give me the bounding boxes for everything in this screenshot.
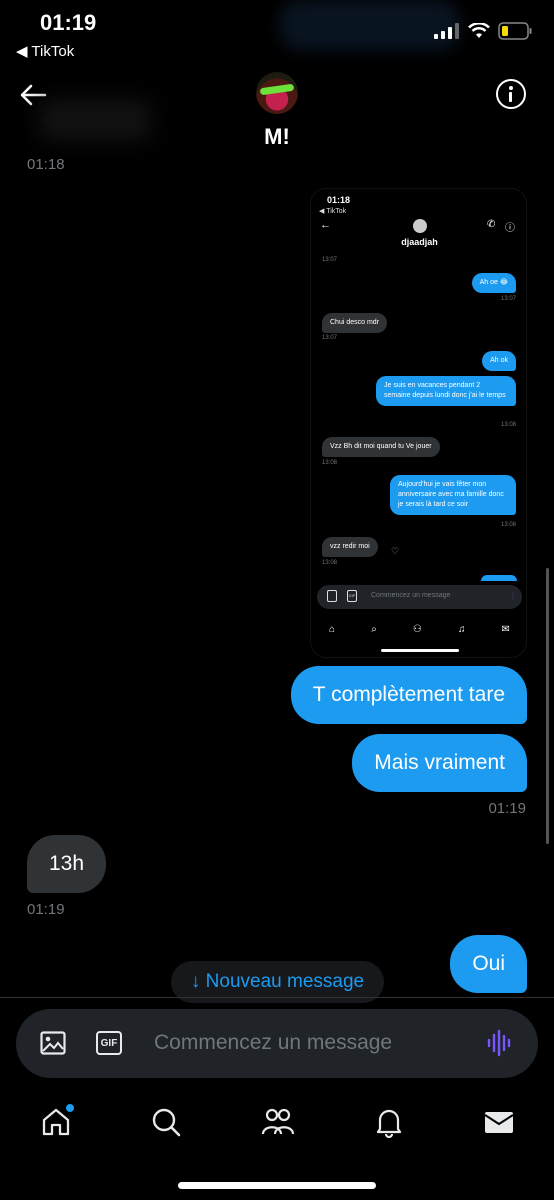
screenshot-message: Chui desco mdr [322, 313, 388, 333]
screenshot-timestamp: 13:07 [322, 257, 338, 263]
message-bubble[interactable]: T complètement tare [290, 666, 527, 724]
divider [0, 997, 554, 998]
screenshot-back-arrow-icon: ← [320, 219, 331, 231]
screenshot-partial-bubble [481, 575, 517, 581]
screenshot-time: 01:18 [327, 195, 351, 205]
screenshot-message: vzz redir moi [322, 537, 378, 557]
screenshot-message: Ah oe 😂 [471, 273, 516, 293]
message-bubble[interactable]: 13h [27, 835, 107, 893]
shared-screenshot-image[interactable]: 01:18 ◀ TikTok ← djaadjah ✆ ⓘ 13:07 Ah o… [310, 188, 527, 658]
notification-dot [66, 1104, 74, 1112]
communities-icon [261, 1108, 295, 1135]
screenshot-avatar [413, 219, 427, 233]
wifi-icon [468, 23, 490, 38]
screenshot-bottom-nav: ⌂ ⌕ ⚇ ♫ ✉ [311, 617, 526, 641]
nav-search[interactable] [150, 1106, 182, 1138]
gif-icon[interactable]: GIF [96, 1031, 122, 1055]
screenshot-message: Vzz Bh dit moi quand tu Ve jouer [322, 437, 440, 457]
message-composer: GIF Commencez un message [16, 1009, 538, 1078]
battery-icon [498, 22, 532, 40]
screenshot-info-icon: ⓘ [505, 223, 515, 234]
screenshot-timestamp: 13:08 [322, 460, 338, 466]
screenshot-home-indicator [381, 649, 459, 652]
screenshot-react-icon: ♡ [391, 546, 400, 556]
nav-messages[interactable] [483, 1106, 515, 1138]
back-to-app-link[interactable]: ◀ TikTok [16, 42, 74, 60]
screenshot-voice-icon: ⫶ [511, 591, 514, 601]
status-bar: 01:19 ◀ TikTok [0, 0, 554, 64]
avatar[interactable] [256, 72, 298, 114]
timestamp: 01:18 [27, 156, 65, 173]
screenshot-search-icon: ⌕ [371, 623, 377, 635]
screenshot-timestamp: 13:07 [322, 335, 338, 341]
screenshot-home-icon: ⌂ [329, 623, 336, 635]
screenshot-back-app: ◀ TikTok [319, 208, 347, 215]
nav-notifications[interactable] [373, 1106, 405, 1139]
screenshot-gif-icon: GIF [347, 590, 357, 602]
screenshot-timestamp: 13:07 [500, 296, 516, 302]
screenshot-image-icon [327, 590, 337, 602]
status-icons [434, 22, 532, 40]
screenshot-timestamp: 13:08 [500, 522, 516, 528]
screenshot-message: Aujourd'hui je vais fêter mon anniversai… [390, 475, 516, 515]
screenshot-composer-placeholder: Commencez un message [371, 592, 451, 599]
scrollbar[interactable] [546, 568, 549, 844]
bottom-nav [0, 1090, 554, 1154]
home-indicator [178, 1182, 376, 1189]
screenshot-mail-icon: ✉ [501, 623, 510, 635]
screenshot-timestamp: 13:08 [322, 560, 338, 566]
info-icon[interactable] [496, 79, 526, 109]
screenshot-composer: GIF Commencez un message ⫶ [317, 585, 522, 609]
message-bubble[interactable]: Mais vraiment [352, 734, 527, 792]
timestamp: 01:19 [488, 800, 526, 817]
mail-icon [484, 1112, 514, 1133]
nav-communities[interactable] [261, 1106, 295, 1138]
screenshot-message: Je suis en vacances pendant 2 semaine de… [376, 376, 516, 406]
screenshot-bell-icon: ♫ [457, 623, 466, 635]
timestamp: 01:19 [27, 901, 65, 918]
image-icon[interactable] [40, 1031, 66, 1055]
message-bubble[interactable]: Oui [450, 935, 527, 993]
nav-home[interactable] [40, 1104, 74, 1138]
bell-icon [376, 1109, 402, 1139]
screenshot-phone-icon: ✆ [487, 219, 496, 230]
screenshot-contact-name: djaadjah [401, 237, 438, 247]
voice-message-icon[interactable] [486, 1029, 514, 1057]
screenshot-message: Ah ok [482, 351, 516, 371]
screenshot-communities-icon: ⚇ [412, 623, 422, 635]
signal-icon [434, 23, 459, 39]
status-time: 01:19 [40, 10, 97, 35]
search-icon [152, 1108, 181, 1137]
blurred-area [40, 100, 150, 140]
blurred-area [280, 0, 460, 50]
message-input[interactable]: Commencez un message [154, 1031, 392, 1055]
screenshot-timestamp: 13:08 [500, 422, 516, 428]
